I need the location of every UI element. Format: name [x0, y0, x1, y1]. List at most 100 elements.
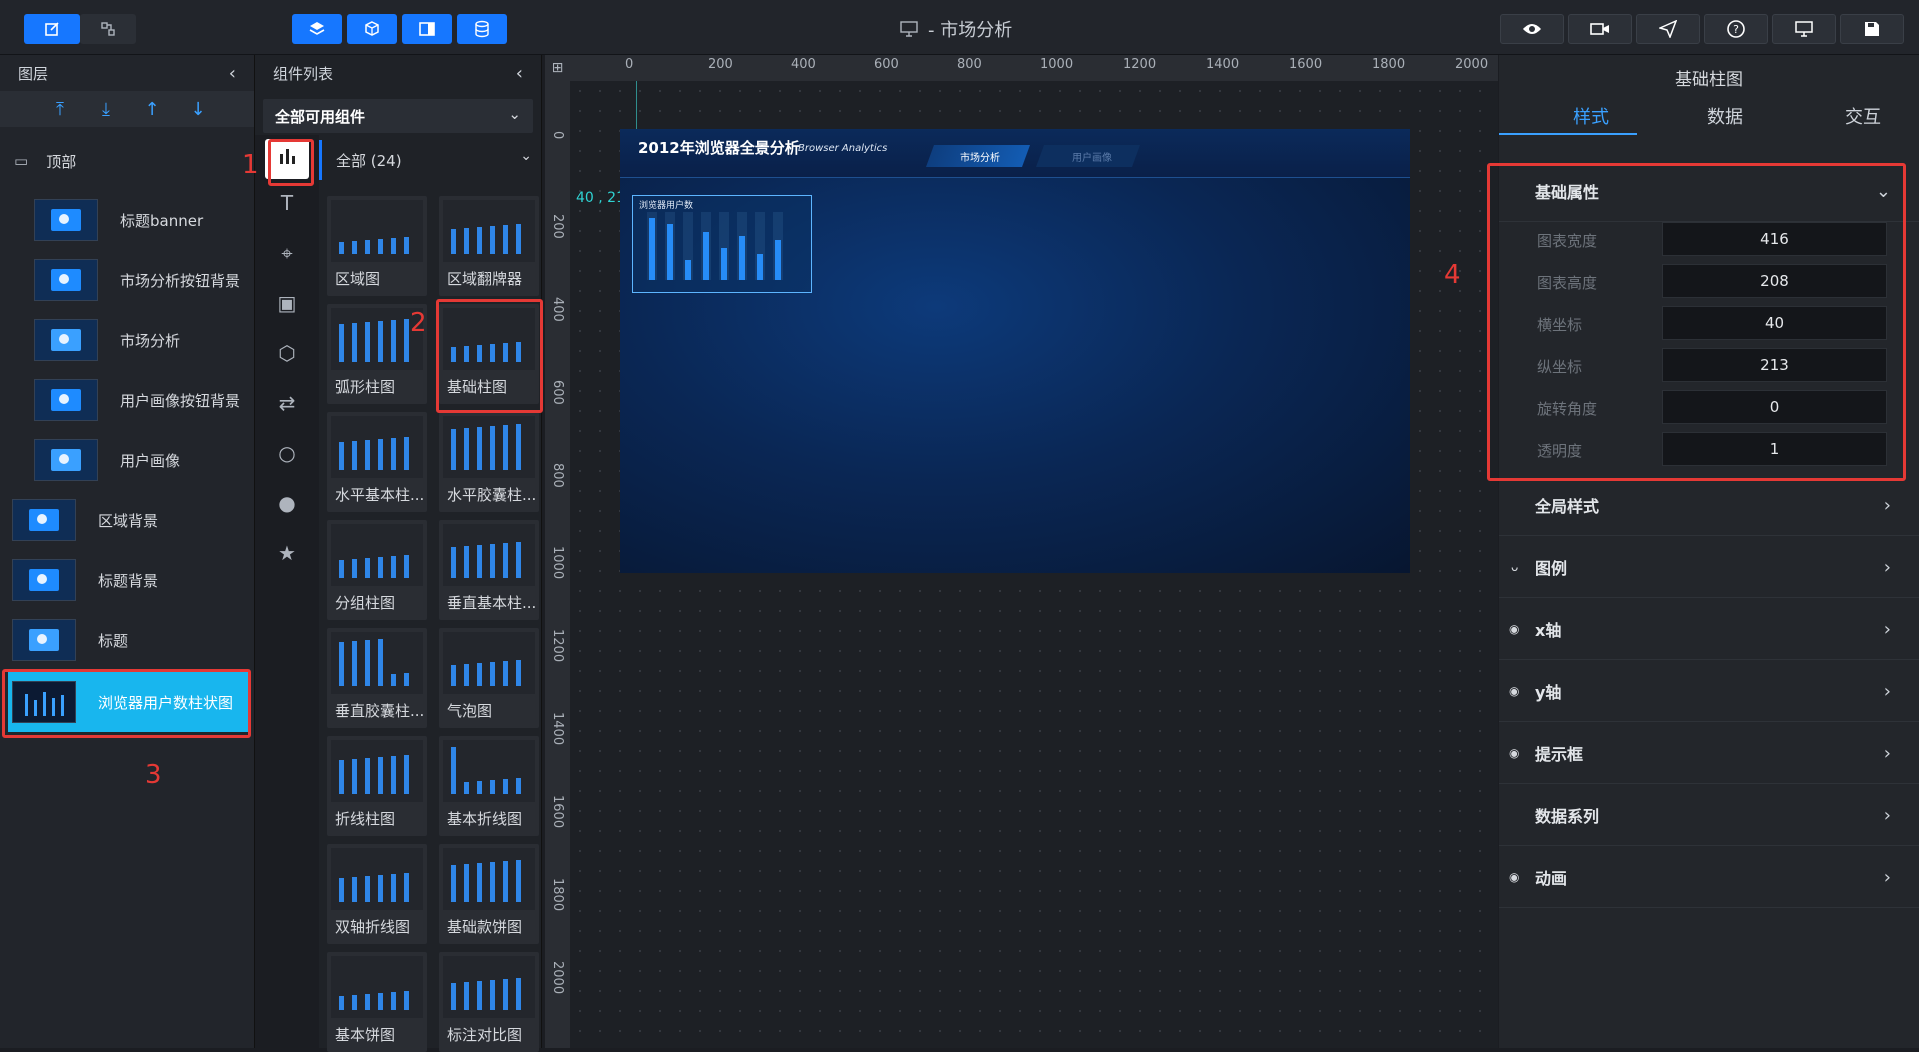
move-top-icon[interactable]: ⤒: [37, 99, 83, 120]
collapse-icon[interactable]: ‹: [516, 63, 523, 84]
layers-toggle-button[interactable]: [292, 14, 342, 44]
section-global-style[interactable]: 全局样式 ›: [1499, 475, 1919, 536]
component-filter-select[interactable]: 全部可用组件 ⌄: [263, 99, 533, 133]
category-header[interactable]: 全部 (24) ⌄: [319, 140, 544, 180]
publish-button[interactable]: [1636, 14, 1700, 44]
section-tooltip[interactable]: ◉ 提示框 ›: [1499, 723, 1919, 784]
section-y-axis[interactable]: ◉ y轴 ›: [1499, 661, 1919, 722]
data-source-button[interactable]: [457, 14, 507, 44]
component-card[interactable]: 基础款饼图: [439, 844, 539, 944]
screen-button[interactable]: [1772, 14, 1836, 44]
eye-icon[interactable]: ◉: [1509, 622, 1519, 636]
layers-icon: [309, 22, 325, 35]
layer-item[interactable]: 标题: [12, 614, 218, 666]
user-icon[interactable]: ●: [273, 489, 301, 517]
ruler-left-tick: 0: [550, 131, 565, 140]
collapse-icon[interactable]: ‹: [229, 63, 236, 84]
section-label: y轴: [1535, 683, 1562, 702]
monitor-icon: [1795, 21, 1813, 37]
ruler-top-tick: 1400: [1206, 57, 1240, 72]
eye-hidden-icon[interactable]: ᴗ: [1511, 560, 1518, 574]
dashboard-stage[interactable]: 2012年浏览器全景分析 Browser Analytics 市场分析 用户画像…: [620, 129, 1410, 573]
layer-item[interactable]: 市场分析: [34, 314, 240, 366]
section-animation[interactable]: ◉ 动画 ›: [1499, 847, 1919, 908]
move-down-icon[interactable]: ↓: [175, 99, 221, 120]
edit-icon: [45, 22, 59, 36]
cube-icon[interactable]: ⬡: [273, 339, 301, 367]
section-legend[interactable]: ᴗ 图例 ›: [1499, 537, 1919, 598]
media-icon[interactable]: ▣: [273, 289, 301, 317]
layer-group-top[interactable]: ▭ 顶部: [0, 141, 254, 181]
selected-chart-widget[interactable]: 浏览器用户数: [632, 195, 812, 293]
move-bottom-icon[interactable]: ⤓: [83, 99, 129, 120]
ruler-left-tick: 600: [550, 380, 565, 405]
chevron-right-icon: ›: [1883, 557, 1891, 578]
ruler-top-tick: 0: [625, 57, 634, 72]
component-card[interactable]: 标注对比图: [439, 952, 539, 1052]
layer-thumbnail: [34, 379, 98, 421]
layer-item[interactable]: 用户画像: [34, 434, 240, 486]
eye-icon[interactable]: ◉: [1509, 684, 1519, 698]
component-card[interactable]: 基本饼图: [327, 952, 427, 1052]
ruler-left-tick: 1000: [550, 546, 565, 580]
text-category-icon[interactable]: T: [273, 189, 301, 217]
panel-toggle-button[interactable]: [402, 14, 452, 44]
edit-mode-button[interactable]: [24, 14, 80, 44]
component-card-label: 双轴折线图: [335, 918, 411, 936]
ruler-top-tick: 1600: [1289, 57, 1323, 72]
map-pin-icon[interactable]: ⌖: [273, 239, 301, 267]
component-card[interactable]: 垂直基本柱...: [439, 520, 539, 620]
ruler-top-tick: 600: [874, 57, 899, 72]
properties-title: 基础柱图: [1675, 70, 1743, 90]
component-card[interactable]: 区域翻牌器: [439, 196, 539, 296]
cube-icon: [365, 21, 379, 36]
banner-subtitle: Browser Analytics: [798, 143, 888, 154]
section-label: 全局样式: [1535, 497, 1600, 516]
component-card[interactable]: 区域图: [327, 196, 427, 296]
component-card-label: 气泡图: [447, 702, 493, 720]
ruler-left-tick: 1800: [550, 878, 565, 912]
record-button[interactable]: [1568, 14, 1632, 44]
section-series[interactable]: 数据系列 ›: [1499, 785, 1919, 846]
layer-item[interactable]: 市场分析按钮背景: [34, 254, 240, 306]
circle-icon[interactable]: ○: [273, 439, 301, 467]
help-button[interactable]: ?: [1704, 14, 1768, 44]
ruler-left-tick: 200: [550, 214, 565, 239]
section-x-axis[interactable]: ◉ x轴 ›: [1499, 599, 1919, 660]
component-card-label: 折线柱图: [335, 810, 396, 828]
component-preview: [443, 200, 535, 262]
layer-item[interactable]: 用户画像按钮背景: [34, 374, 240, 426]
eye-icon[interactable]: ◉: [1509, 746, 1519, 760]
component-card[interactable]: 水平基本柱...: [327, 412, 427, 512]
ruler-left-tick: 2000: [550, 961, 565, 995]
flow-mode-button[interactable]: [80, 14, 136, 44]
component-card[interactable]: 基本折线图: [439, 736, 539, 836]
tab-interaction[interactable]: 交互: [1823, 103, 1903, 129]
component-card[interactable]: 双轴折线图: [327, 844, 427, 944]
star-icon[interactable]: ★: [273, 539, 301, 567]
component-card[interactable]: 气泡图: [439, 628, 539, 728]
top-bar: - 市场分析 ?: [0, 0, 1919, 55]
component-preview: [443, 956, 535, 1018]
category-label: 全部 (24): [336, 151, 402, 170]
components-header: 组件列表 ‹: [255, 55, 541, 91]
tab-data[interactable]: 数据: [1685, 103, 1765, 129]
layer-item[interactable]: 标题背景: [12, 554, 218, 606]
eye-icon[interactable]: ◉: [1509, 870, 1519, 884]
move-up-icon[interactable]: ↑: [129, 99, 175, 120]
tab-style[interactable]: 样式: [1551, 103, 1631, 129]
components-toggle-button[interactable]: [347, 14, 397, 44]
layer-item[interactable]: 区域背景: [12, 494, 218, 546]
component-card[interactable]: 折线柱图: [327, 736, 427, 836]
chevron-right-icon: ›: [1883, 619, 1891, 640]
layer-item[interactable]: 标题banner: [34, 194, 240, 246]
layer-label: 标题: [98, 631, 129, 650]
component-card[interactable]: 垂直胶囊柱...: [327, 628, 427, 728]
component-card[interactable]: 分组柱图: [327, 520, 427, 620]
component-card[interactable]: 水平胶囊柱...: [439, 412, 539, 512]
interaction-icon[interactable]: ⇄: [273, 389, 301, 417]
preview-button[interactable]: [1500, 14, 1564, 44]
annotation-box-2: [436, 299, 543, 413]
ruler-corner-icon[interactable]: ⊞: [545, 55, 570, 81]
save-button[interactable]: [1840, 14, 1904, 44]
